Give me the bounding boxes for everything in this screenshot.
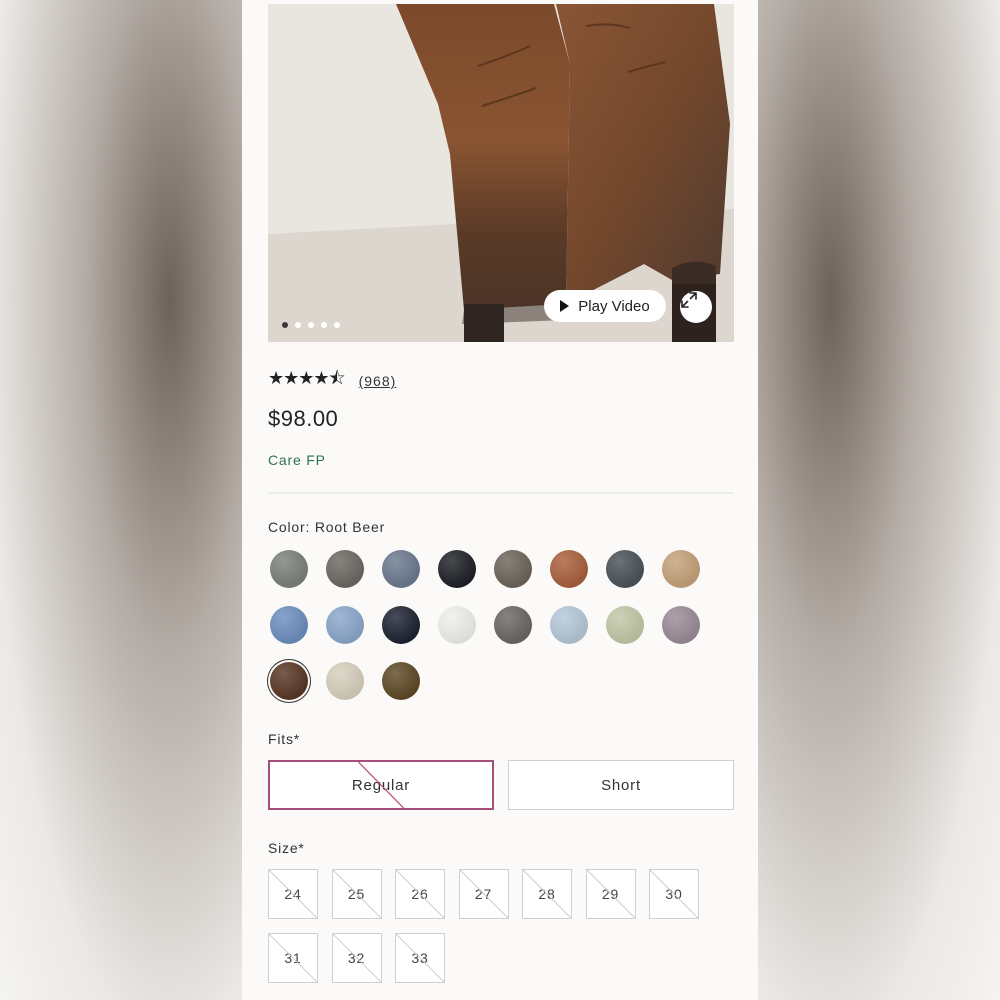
play-icon (560, 300, 570, 312)
color-swatch[interactable] (550, 550, 588, 588)
size-option-label: 33 (411, 950, 429, 966)
color-swatch[interactable] (662, 550, 700, 588)
color-swatch[interactable] (382, 606, 420, 644)
size-option[interactable]: 24 (268, 869, 318, 919)
product-image-carousel[interactable]: Play Video (268, 4, 734, 342)
color-swatch[interactable] (270, 606, 308, 644)
play-video-label: Play Video (578, 297, 650, 315)
color-swatch[interactable] (326, 662, 364, 700)
fit-option-short[interactable]: Short (508, 760, 734, 810)
product-price: $98.00 (268, 406, 339, 431)
fits-label: Fits* (268, 731, 300, 747)
carousel-dot[interactable] (308, 322, 314, 328)
color-swatch[interactable] (494, 606, 532, 644)
color-swatch[interactable] (662, 606, 700, 644)
size-option-label: 26 (411, 886, 429, 902)
color-swatch[interactable] (606, 550, 644, 588)
fit-option-label: Regular (351, 776, 411, 794)
divider (268, 492, 734, 494)
color-swatch[interactable] (606, 606, 644, 644)
background-blur-left (0, 0, 242, 1000)
color-label: Color: Root Beer (268, 519, 386, 535)
size-option-label: 27 (474, 886, 493, 902)
carousel-dot[interactable] (295, 322, 301, 328)
fit-option-label: Short (601, 776, 641, 794)
color-swatch[interactable] (494, 550, 532, 588)
size-grid: 24 25 26 27 28 29 30 31 32 33 (268, 869, 708, 983)
color-swatch[interactable] (270, 550, 308, 588)
size-option[interactable]: 33 (395, 933, 445, 983)
size-option-label: 32 (347, 950, 366, 966)
size-option-label: 25 (347, 886, 366, 902)
review-count-link[interactable]: (968) (359, 373, 397, 389)
size-option[interactable]: 26 (395, 869, 445, 919)
size-option-label: 29 (601, 886, 620, 902)
care-link[interactable]: Care FP (268, 452, 326, 468)
size-option[interactable]: 30 (649, 869, 699, 919)
color-swatch-grid (270, 550, 740, 700)
color-swatch[interactable] (326, 550, 364, 588)
star-rating-icon: ★★★★⯪ (268, 368, 346, 388)
carousel-dot[interactable] (321, 322, 327, 328)
color-swatch[interactable] (326, 606, 364, 644)
size-label: Size* (268, 840, 305, 856)
size-option[interactable]: 28 (522, 869, 572, 919)
carousel-dot[interactable] (334, 322, 340, 328)
size-option[interactable]: 27 (458, 869, 509, 919)
product-photo (268, 4, 734, 342)
color-swatch[interactable] (438, 550, 476, 588)
size-option[interactable]: 29 (585, 869, 636, 919)
background-blur-right (758, 0, 1000, 1000)
product-panel: Play Video ★★★★⯪ (968) $98.00 Care FP Co… (242, 0, 758, 1000)
color-swatch[interactable] (438, 606, 476, 644)
size-option[interactable]: 32 (331, 933, 382, 983)
fit-option-regular[interactable]: Regular (268, 760, 494, 810)
color-swatch[interactable] (382, 550, 420, 588)
product-rating: ★★★★⯪ (968) (268, 366, 396, 396)
size-option[interactable]: 25 (331, 869, 382, 919)
size-option-label: 30 (665, 886, 683, 902)
carousel-dots (282, 322, 340, 328)
color-swatch[interactable] (382, 662, 420, 700)
expand-image-button[interactable] (680, 291, 712, 323)
size-option-label: 28 (538, 886, 556, 902)
size-option-label: 24 (284, 886, 302, 902)
color-swatch[interactable] (270, 662, 308, 700)
size-option-label: 31 (284, 950, 302, 966)
color-swatch[interactable] (550, 606, 588, 644)
play-video-button[interactable]: Play Video (544, 290, 666, 322)
expand-icon (681, 292, 697, 308)
size-option[interactable]: 31 (268, 933, 318, 983)
carousel-dot[interactable] (282, 322, 288, 328)
